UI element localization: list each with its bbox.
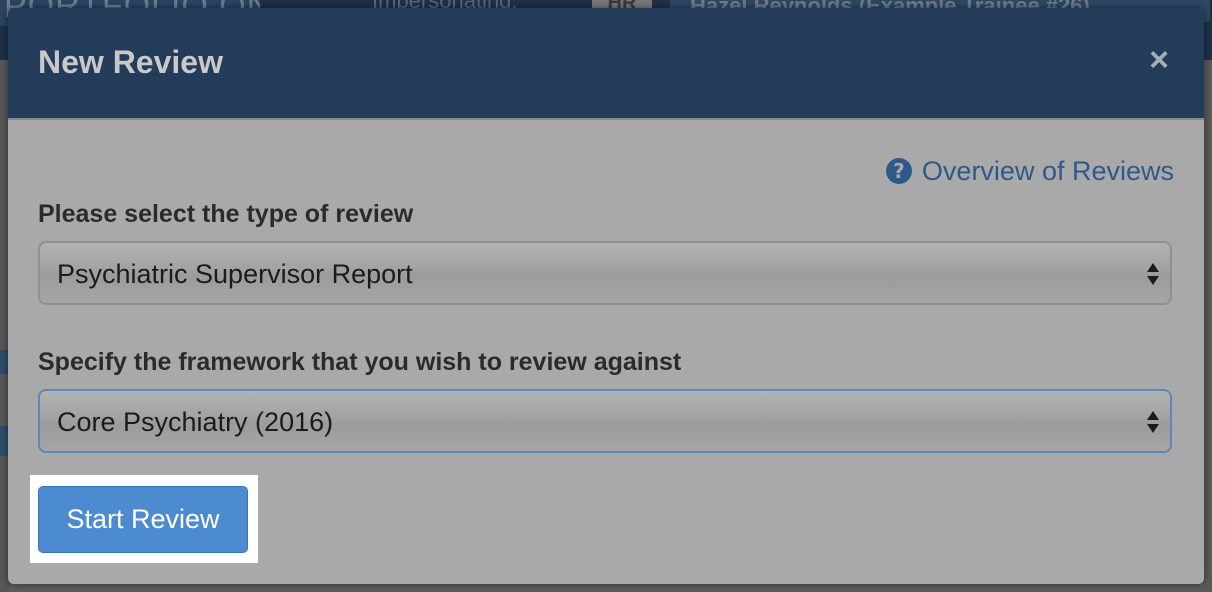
modal-title: New Review [38, 44, 223, 80]
select-arrows-icon [1147, 411, 1159, 433]
new-review-modal: New Review × ? Overview of Reviews Pleas… [8, 8, 1204, 584]
review-type-selected-value: Psychiatric Supervisor Report [57, 259, 413, 289]
close-button[interactable]: × [1144, 43, 1174, 77]
background-marker [0, 426, 8, 456]
question-circle-icon: ? [885, 158, 912, 184]
overview-of-reviews-label: Overview of Reviews [921, 155, 1174, 186]
overview-of-reviews-link[interactable]: ? Overview of Reviews [885, 154, 1174, 188]
select-arrows-icon [1147, 263, 1159, 285]
review-type-label: Please select the type of review [38, 200, 414, 228]
background-right-edge [1204, 60, 1212, 592]
start-review-button[interactable]: Start Review [38, 486, 248, 553]
modal-header: New Review × [8, 8, 1204, 120]
framework-label: Specify the framework that you wish to r… [38, 348, 682, 376]
background-marker [0, 350, 8, 374]
review-type-select[interactable]: Psychiatric Supervisor Report [38, 241, 1172, 305]
framework-select[interactable]: Core Psychiatry (2016) [38, 389, 1172, 453]
framework-selected-value: Core Psychiatry (2016) [57, 407, 334, 437]
